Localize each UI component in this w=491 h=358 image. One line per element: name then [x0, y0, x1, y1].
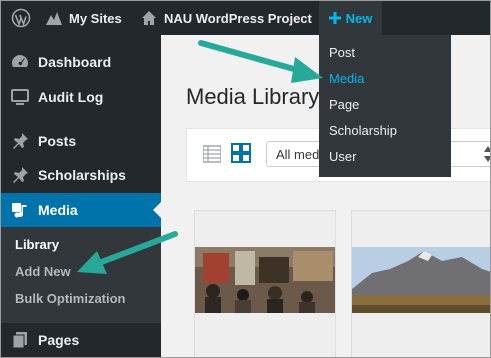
annotation-arrow-to-media [198, 40, 323, 83]
annotation-arrow-to-add-new [77, 231, 178, 274]
screenshot-frame: Media Library All media items [0, 0, 491, 358]
annotation-arrows [77, 40, 323, 274]
